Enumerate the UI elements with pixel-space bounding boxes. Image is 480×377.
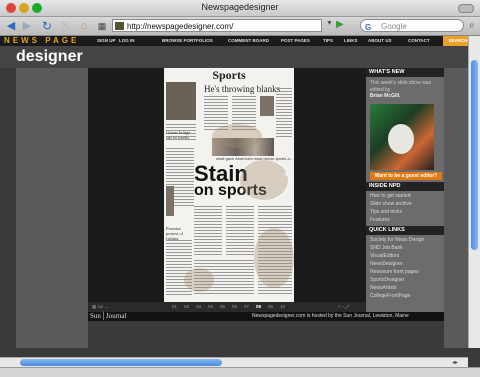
newspaper-page-image[interactable]: Sports He's throwing blanks Giants bridg…: [164, 68, 294, 302]
link-visualeditors[interactable]: VisualEditors: [370, 252, 399, 260]
stain-blot: [240, 160, 288, 200]
link-tips-and-tricks[interactable]: Tips and tricks: [370, 208, 402, 216]
promise-story-title: Promise protest of fishing: [166, 226, 184, 241]
nav-item-about-us[interactable]: ABOUT US: [368, 36, 392, 46]
stop-icon[interactable]: ✕: [58, 19, 72, 33]
text-column: [226, 206, 254, 256]
hosted-by-text: Newspagedesigner.com is hosted by the Su…: [252, 313, 409, 319]
refresh-icon[interactable]: ↻: [40, 19, 54, 33]
slideshow-left-controls[interactable]: ▦ 1ø →: [92, 302, 109, 312]
url-text: http://newspagedesigner.com/: [127, 22, 234, 31]
site-logo[interactable]: designer: [16, 46, 83, 68]
status-bar: [0, 367, 480, 377]
favicon: [115, 22, 124, 30]
site-brand[interactable]: NEWS PAGE: [4, 36, 79, 46]
page-link-05[interactable]: 05: [220, 302, 225, 312]
page-link-01[interactable]: 01: [172, 302, 177, 312]
page-link-10[interactable]: 10: [280, 302, 285, 312]
page-link-02[interactable]: 02: [184, 302, 189, 312]
guest-editor-button[interactable]: Want to be a guest editor?: [370, 172, 442, 180]
page-link-07[interactable]: 07: [244, 302, 249, 312]
link-newseum-front-pages[interactable]: Newseum front pages: [370, 268, 419, 276]
player-photo: [166, 82, 196, 120]
nav-item-links[interactable]: LINKS: [344, 36, 358, 46]
link-sportsdesigner[interactable]: SportsDesigner: [370, 276, 404, 284]
link-slide-show-archive[interactable]: Slide show archive: [370, 200, 412, 208]
inside-npd-heading: INSIDE NPD: [366, 182, 444, 191]
go-icon[interactable]: ▶: [336, 19, 344, 30]
whats-new-editor[interactable]: Brian McGill.: [370, 93, 442, 100]
google-icon: G: [365, 23, 372, 32]
title-bar: Newspagedesigner: [0, 0, 480, 17]
nav-item-comment-board[interactable]: COMMENT BOARD: [228, 36, 269, 46]
nav-item-tips[interactable]: TIPS: [323, 36, 333, 46]
forward-icon[interactable]: ▶: [20, 19, 34, 33]
whats-new-heading: WHAT'S NEW: [366, 68, 444, 77]
left-gutter: [16, 68, 88, 348]
back-icon[interactable]: ◀: [4, 19, 18, 33]
brand-row: designer: [0, 46, 480, 68]
vertical-scroll-thumb[interactable]: [471, 60, 478, 250]
page-section-title: Sports: [212, 68, 246, 82]
side-story-title: Giants bridge sits in weeks: [166, 130, 191, 140]
search-placeholder: Google: [381, 22, 407, 31]
horizontal-scroll-thumb[interactable]: [20, 359, 222, 366]
nav-item-contact[interactable]: CONTACT: [408, 36, 430, 46]
right-sidebar: WHAT'S NEW This week's slide show was ed…: [366, 68, 444, 312]
link-newsdesigner[interactable]: NewsDesigner: [370, 260, 403, 268]
url-field[interactable]: http://newspagedesigner.com/: [112, 19, 322, 32]
home-icon[interactable]: ⌂: [76, 19, 92, 33]
bookmark-icon[interactable]: ▦: [95, 19, 109, 33]
small-photo: [166, 186, 174, 216]
face-illustration: [388, 124, 414, 154]
text-column: [194, 206, 222, 256]
link-snd-job-bank[interactable]: SND Job Bank: [370, 244, 403, 252]
stain-blot: [254, 228, 294, 288]
column-photo: [260, 96, 274, 116]
page-link-06[interactable]: 06: [232, 302, 237, 312]
toolbar-toggle-button[interactable]: [458, 4, 474, 13]
url-dropdown-icon[interactable]: ▼: [326, 20, 333, 27]
window-title: Newspagedesigner: [201, 2, 279, 12]
link-newsartists[interactable]: NewsArtists: [370, 284, 396, 292]
stain-blot: [184, 268, 214, 292]
link-collegefrontpage[interactable]: CollegeFrontPage: [370, 292, 410, 300]
link-how-to-get-started[interactable]: How to get started: [370, 192, 411, 200]
search-icon[interactable]: ⌕: [469, 20, 475, 31]
nav-item-browse-portfolios[interactable]: BROWSE PORTFOLIOS: [162, 36, 213, 46]
browser-toolbar: ◀ ▶ ↻ ✕ ⌂ ▦ http://newspagedesigner.com/…: [0, 17, 480, 36]
right-gutter: [444, 68, 468, 348]
link-features[interactable]: Features: [370, 216, 390, 224]
stain-blot: [212, 124, 262, 148]
link-society-for-news-design[interactable]: Society for News Design: [370, 236, 424, 244]
vertical-scrollbar[interactable]: [468, 36, 480, 348]
slideshow-right-controls[interactable]: + − ⤢: [338, 302, 349, 312]
page-link-03[interactable]: 03: [196, 302, 201, 312]
browser-window: Newspagedesigner ◀ ▶ ↻ ✕ ⌂ ▦ http://news…: [0, 0, 480, 377]
nav-item-post-pages[interactable]: POST PAGES: [281, 36, 310, 46]
sun-journal-logo[interactable]: Sun│Journal: [90, 312, 126, 321]
nav-item-sign-up[interactable]: SIGN UP: [97, 36, 116, 46]
slideshow-controls: ▦ 1ø → 01 02 03 04 05 06 07 08 09 10 + −…: [88, 302, 366, 312]
mouse-cursor-icon: ⇖: [284, 170, 292, 180]
page-link-08-current[interactable]: 08: [256, 302, 261, 312]
site-footer: Sun│Journal Newspagedesigner.com is host…: [88, 312, 444, 321]
quick-links-heading: QUICK LINKS: [366, 226, 444, 235]
whats-new-text: This week's slide show was edited by: [370, 80, 431, 93]
nav-item-log-in[interactable]: LOG IN: [119, 36, 135, 46]
featured-front-page-thumbnail[interactable]: [370, 104, 434, 170]
site-nav: NEWS PAGE SIGN UP LOG IN BROWSE PORTFOLI…: [0, 36, 480, 46]
search-input[interactable]: G Google: [360, 19, 464, 32]
text-column: [276, 88, 292, 138]
page-link-04[interactable]: 04: [208, 302, 213, 312]
page-link-09[interactable]: 09: [268, 302, 273, 312]
page-headline: He's throwing blanks: [204, 84, 281, 94]
